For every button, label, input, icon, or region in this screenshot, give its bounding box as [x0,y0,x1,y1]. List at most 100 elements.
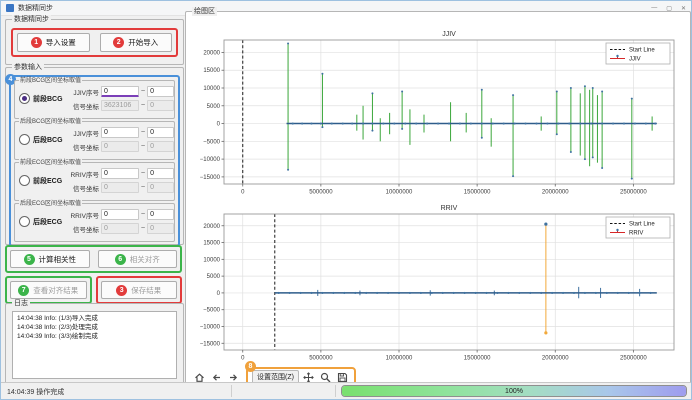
svg-text:−10000: −10000 [200,324,221,330]
svg-text:5000: 5000 [207,104,221,110]
annotation-box-save: 3 保存结果 [96,276,183,304]
svg-text:20000: 20000 [203,224,220,230]
save-result-button[interactable]: 3 保存结果 [101,281,178,299]
log-line: 14:04:38 Info: (1/3)导入完成 [17,314,172,323]
progress-label: 100% [342,386,686,396]
jjiv-chart[interactable]: 0500000010000000150000002000000025000000… [194,28,686,198]
import-settings-button[interactable]: 1 导入设置 [17,33,90,52]
svg-text:15000000: 15000000 [464,190,491,196]
step-badge-5: 5 [24,254,35,265]
step-badge-3: 3 [116,285,127,296]
front-bcg-radio[interactable]: 前段BCG [19,93,66,104]
rear-ecg-rriv-max-input[interactable] [147,209,174,220]
svg-text:20000: 20000 [203,50,220,56]
annotation-box-correlate: 5 计算相关性 6 相关对齐 [5,245,182,273]
radio-icon[interactable] [19,134,30,145]
svg-text:−10000: −10000 [200,157,221,163]
svg-text:0: 0 [217,291,221,297]
rear-bcg-radio-label: 后段BCG [33,135,63,145]
front-bcg-jjiv-max-input[interactable] [147,86,174,97]
rear-bcg-jjiv-min-input[interactable] [101,127,139,138]
radio-icon[interactable] [19,216,30,227]
front-ecg-radio[interactable]: 前段ECG [19,175,66,186]
start-import-button[interactable]: 2 开始导入 [100,33,173,52]
range-separator: ~ [141,88,145,95]
progress-bar: 100% [341,385,687,397]
rear-ecg-radio[interactable]: 后段ECG [19,216,66,227]
action-buttons-area: 5 计算相关性 6 相关对齐 7 查看对齐结果 3 保存结果 [5,245,182,304]
front-bcg-jjiv-min-input[interactable] [101,86,139,97]
svg-text:JJIV: JJIV [442,31,456,38]
svg-text:5000000: 5000000 [309,190,333,196]
annotation-box-import: 1 导入设置 2 开始导入 [11,28,178,57]
rriv-index-label: RRIV序号 [68,169,99,179]
signal-coord-label: 信号坐标 [68,101,99,111]
range-separator: ~ [141,184,145,191]
rriv-chart[interactable]: 0500000010000000150000002000000025000000… [194,202,686,364]
range-separator: ~ [141,129,145,136]
front-bcg-group-title: 前段BCG区间坐标取值 [19,77,82,85]
statusbar-divider [335,385,336,397]
signal-coord-label: 信号坐标 [68,183,99,193]
compute-correlation-button[interactable]: 5 计算相关性 [10,250,90,268]
statusbar: 14:04:39 操作完成 100% [1,382,691,399]
front-bcg-coord-min-input[interactable] [101,100,139,111]
svg-text:10000: 10000 [203,257,220,263]
svg-text:10000: 10000 [203,86,220,92]
view-align-result-button[interactable]: 7 查看对齐结果 [10,281,87,299]
statusbar-divider [231,385,232,397]
step-badge-1: 1 [31,37,42,48]
front-bcg-coord-max-input[interactable] [147,100,174,111]
app-icon [6,4,14,12]
rear-bcg-jjiv-max-input[interactable] [147,127,174,138]
svg-text:5000: 5000 [207,274,221,280]
radio-icon[interactable] [19,93,30,104]
rear-bcg-group: 后段BCG区间坐标取值 后段BCG JJIV序号 ~ [14,121,175,160]
rear-ecg-coord-max-input[interactable] [147,223,174,234]
range-separator: ~ [141,102,145,109]
correlation-align-button[interactable]: 6 相关对齐 [98,250,178,268]
log-group-title: 日志 [12,299,30,308]
rear-ecg-rriv-min-input[interactable] [101,209,139,220]
front-ecg-radio-label: 前段ECG [33,176,62,186]
svg-text:Start Line: Start Line [629,48,655,54]
svg-text:10000000: 10000000 [386,356,413,362]
front-ecg-coord-max-input[interactable] [147,182,174,193]
svg-text:10000000: 10000000 [386,190,413,196]
rriv-index-label: RRIV序号 [68,210,99,220]
log-output[interactable]: 14:04:38 Info: (1/3)导入完成 14:04:38 Info: … [12,311,177,379]
svg-text:20000000: 20000000 [542,190,569,196]
params-group: 参数输入 4 前段BCG区间坐标取值 前段BCG JJIV序号 ~ [5,67,184,245]
svg-text:5000000: 5000000 [309,356,333,362]
front-ecg-group-title: 前段ECG区间坐标取值 [19,159,82,167]
plot-panel: 绘图区 050000001000000015000000200000002500… [185,11,691,386]
front-ecg-rriv-min-input[interactable] [101,168,139,179]
svg-text:RRIV: RRIV [629,231,643,237]
signal-coord-label: 信号坐标 [68,142,99,152]
rear-bcg-coord-min-input[interactable] [101,141,139,152]
start-import-label: 开始导入 [128,37,158,48]
step-badge-7: 7 [18,285,29,296]
front-ecg-rriv-max-input[interactable] [147,168,174,179]
radio-icon[interactable] [19,175,30,186]
jjiv-index-label: JJIV序号 [68,128,99,138]
range-separator: ~ [141,170,145,177]
step-badge-2: 2 [113,37,124,48]
app-window: 数据精同步 — ▢ ✕ 数据精同步 1 导入设置 2 开始导入 参数输入 4 前 [0,0,692,400]
rear-bcg-radio[interactable]: 后段BCG [19,134,66,145]
rear-ecg-coord-min-input[interactable] [101,223,139,234]
svg-text:15000: 15000 [203,68,220,74]
svg-text:15000000: 15000000 [464,356,491,362]
window-title: 数据精同步 [18,3,53,13]
plot-panel-title: 绘图区 [192,7,217,16]
range-separator: ~ [141,211,145,218]
view-align-result-label: 查看对齐结果 [33,285,78,296]
annotation-box-params: 4 前段BCG区间坐标取值 前段BCG JJIV序号 ~ [9,75,180,247]
step-badge-8: 8 [245,361,256,372]
rear-bcg-group-title: 后段BCG区间坐标取值 [19,118,82,126]
front-ecg-coord-min-input[interactable] [101,182,139,193]
rear-bcg-coord-max-input[interactable] [147,141,174,152]
import-settings-label: 导入设置 [46,37,76,48]
svg-text:−5000: −5000 [203,139,221,145]
save-result-label: 保存结果 [131,285,161,296]
